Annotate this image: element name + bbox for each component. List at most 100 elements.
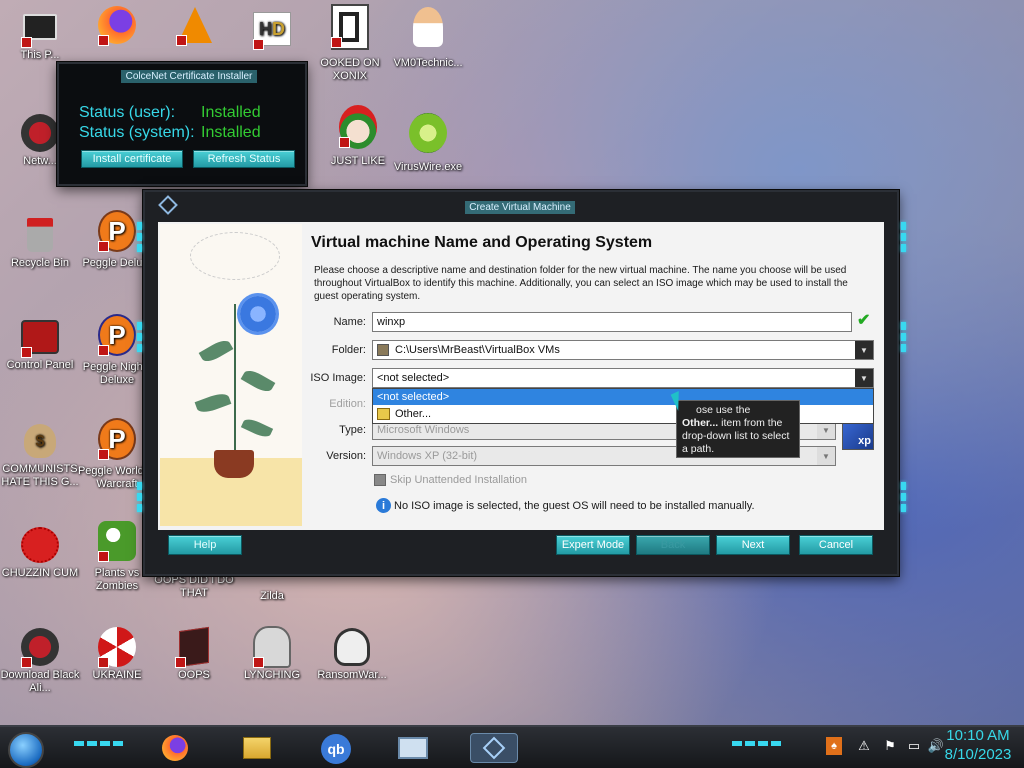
desktop-icon-just-like[interactable]: JUST LIKE [318,105,398,167]
taskbar-virtualbox[interactable] [470,733,518,763]
desktop-icon-label: Recycle Bin [10,257,70,269]
desktop-icon-vlc[interactable] [155,6,235,47]
iso-combo[interactable]: <not selected> ▼ [372,368,874,388]
xonix-icon [331,4,369,50]
desktop-icon-xd[interactable]: HD [232,10,312,51]
taskbar-monitor[interactable] [398,733,428,763]
create-vm-window: Create Virtual Machine Virtual machine N… [137,190,906,576]
iso-tooltip: ose use the Other... item from the drop-… [676,400,800,458]
skip-unattended-checkbox[interactable] [374,474,386,486]
desktop-icon-label: This P... [20,49,60,61]
status-system-label: Status (system): [79,124,195,141]
type-value: Microsoft Windows [377,424,470,436]
clock-time[interactable]: 10:10 AM [936,727,1020,744]
chevron-down-icon[interactable]: ▼ [817,447,835,465]
virtualbox-icon [482,736,506,760]
desktop-icon-label: COMMUNISTS HATE THIS G... [1,463,79,488]
vlc-cone-icon [176,6,214,46]
desktop-icon-vm0technic[interactable]: VM0Technic... [388,7,468,69]
edition-label: Edition: [329,398,366,410]
network-tray-icon[interactable]: ▭ [906,737,922,755]
desktop-icon-viruswire[interactable]: VirusWire.exe [388,113,468,173]
help-button[interactable]: Help [168,535,242,555]
cancel-button[interactable]: Cancel [799,535,873,555]
desktop-icon-ukraine[interactable]: UKRAINE [77,627,157,682]
desktop-icon-lynching[interactable]: LYNCHING [232,626,312,682]
folder-combo[interactable]: C:\Users\MrBeast\VirtualBox VMs ▼ [372,340,874,360]
taskbar-qbittorrent[interactable]: qb [320,733,352,765]
peggle-icon: P [98,418,136,460]
peggle-icon: P [98,210,136,252]
desktop-icon-label: Download Black Ali... [0,669,80,694]
frame-leds-right [901,322,906,352]
chuzzle-icon [21,526,59,564]
desktop-icon-firefox[interactable] [77,6,157,47]
control-panel-icon [21,318,59,358]
flag-icon[interactable]: ⚑ [882,737,898,755]
clock-date[interactable]: 8/10/2023 [936,746,1020,763]
start-button[interactable] [8,732,44,768]
desktop-icon-label: RansomWar... [317,669,387,681]
resource-monitor-icon [398,737,428,759]
tooltip-text-pre: ose use the [696,404,751,416]
chevron-down-icon[interactable]: ▼ [855,341,873,359]
name-field[interactable]: winxp [372,312,852,332]
tray-app-icon[interactable]: ♠ [826,737,842,755]
back-button[interactable]: Back [636,535,710,555]
dark-box-icon [175,626,213,668]
desktop-icon-chuzzin[interactable]: CHUZZIN CUM [0,526,80,580]
desktop-icon-label: VirusWire.exe [393,161,463,173]
desktop-icon-label: OOPS [178,669,210,681]
chevron-down-icon[interactable]: ▼ [855,369,873,387]
desktop-icon-label: OOKED ON XONIX [320,57,380,82]
frame-leds-left [137,482,142,512]
desktop-icon-oops[interactable]: OOPS [154,626,234,682]
desktop-icon-xonix[interactable]: OOKED ON XONIX [310,4,390,82]
folder-icon [243,737,271,759]
vm-dialog-content: Virtual machine Name and Operating Syste… [158,222,884,530]
tray-warning-icon[interactable]: ⚠ [856,737,872,755]
version-label: Version: [326,450,366,462]
desktop-icon-label: Zilda [260,590,284,602]
desktop-icon-label: Peggle Delu... [82,257,152,269]
expert-mode-button[interactable]: Expert Mode [556,535,630,555]
desktop-icon-recycle-bin[interactable]: Recycle Bin [0,216,80,270]
folder-value: C:\Users\MrBeast\VirtualBox VMs [395,344,560,356]
desktop-icon-this-pc[interactable]: This P... [0,8,80,62]
desktop-icon-zilda[interactable]: Zilda [232,590,312,603]
refresh-status-button[interactable]: Refresh Status [193,150,295,168]
check-icon: ✔ [857,312,871,329]
desktop-icon-label: OOPS DID I DO THAT [154,574,234,599]
taskbar-file-explorer[interactable] [242,733,272,763]
status-user-label: Status (user): [79,104,176,121]
computer-icon [21,8,59,48]
desktop-icon-ransomware[interactable]: RansomWar... [312,628,392,682]
folder-open-icon [377,408,390,420]
taskbar-leds [732,741,781,746]
status-user-value: Installed [201,104,261,121]
name-label: Name: [333,316,366,328]
os-badge-text: xp [858,435,871,447]
iso-label: ISO Image: [310,372,366,384]
desktop-icon-communists[interactable]: $ COMMUNISTS HATE THIS G... [0,422,80,489]
desktop-icon-oops-did-i[interactable]: OOPS DID I DO THAT [154,574,234,600]
cert-window-title[interactable]: ColceNet Certificate Installer [121,70,257,83]
next-button[interactable]: Next [716,535,790,555]
desktop-icon-control-panel[interactable]: Control Panel [0,318,80,372]
install-certificate-button[interactable]: Install certificate [81,150,183,168]
skip-unattended-label: Skip Unattended Installation [390,474,527,486]
vm-window-title[interactable]: Create Virtual Machine [465,201,575,214]
desktop-icon-label: Plants vs Zombies [94,567,140,592]
tooltip-text-bold: Other... [682,417,719,429]
taskbar-firefox[interactable] [160,733,190,763]
frame-leds-right [901,222,906,252]
virtualbox-icon [158,195,178,215]
desktop-icon-label: UKRAINE [92,669,142,681]
desktop-icon-label: JUST LIKE [330,155,386,167]
plants-icon [98,521,136,562]
desktop-icon-download[interactable]: Download Black Ali... [0,628,80,695]
iso-value: <not selected> [377,372,450,384]
iso-option-other-label: Other... [395,408,432,420]
skull-icon [333,628,371,666]
emblem-icon [253,626,291,668]
